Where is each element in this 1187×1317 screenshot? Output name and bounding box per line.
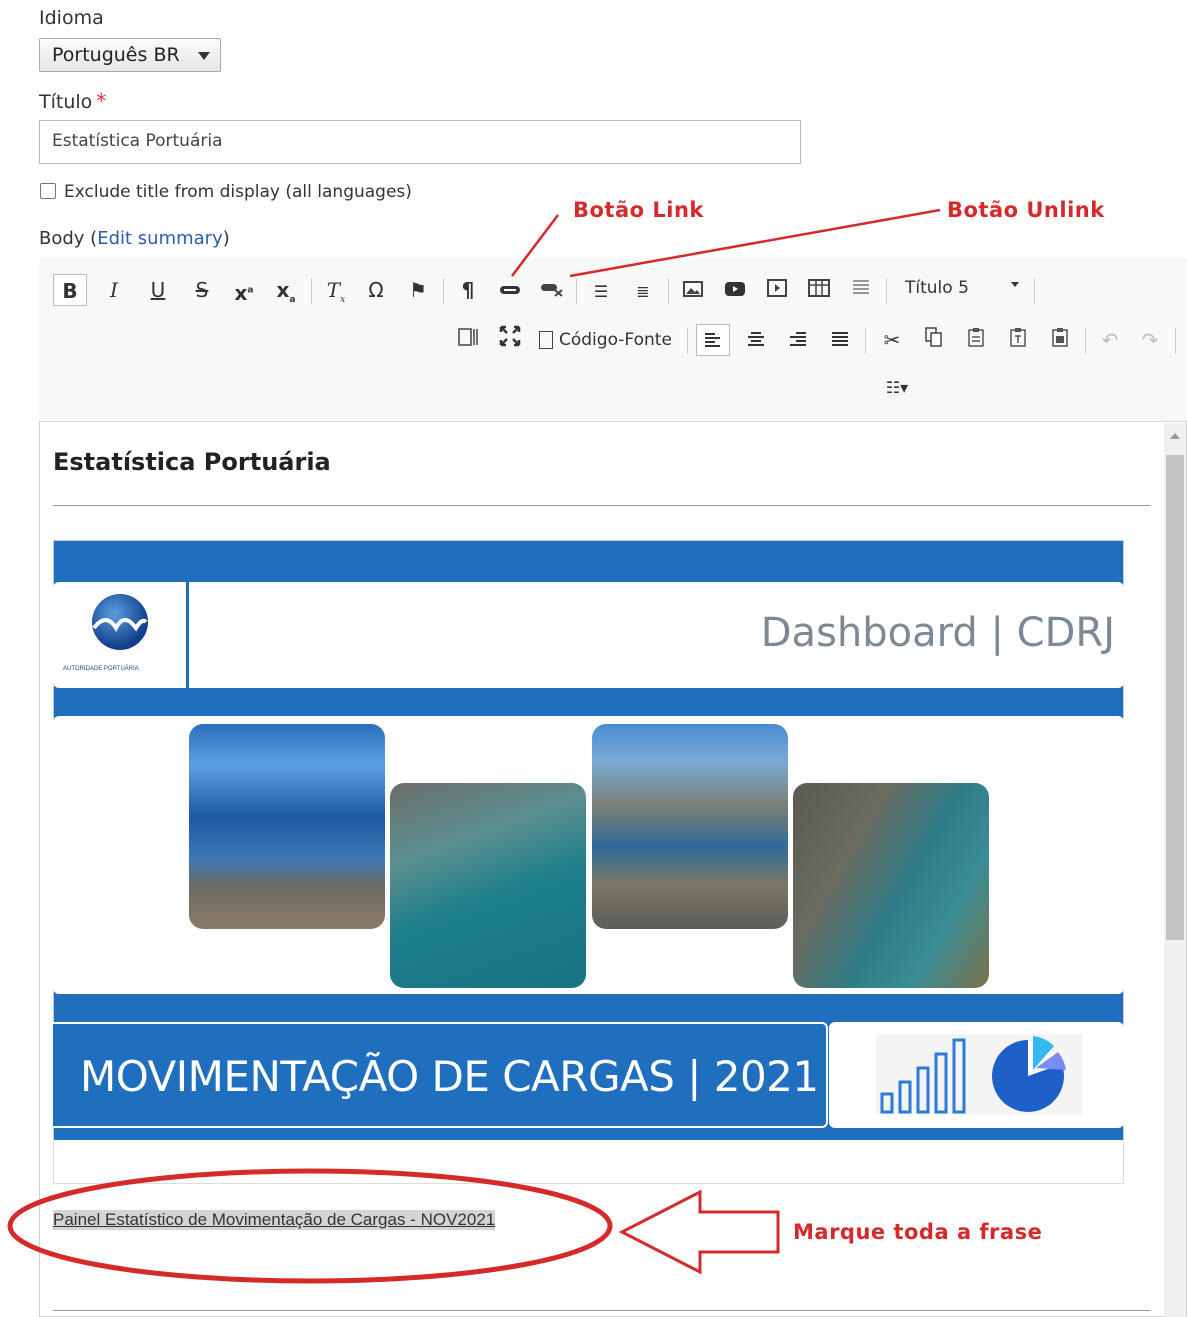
source-button[interactable]: Código-Fonte bbox=[539, 324, 679, 356]
maximize-icon bbox=[499, 325, 521, 347]
align-center-icon bbox=[748, 332, 764, 346]
show-blocks-icon bbox=[458, 328, 478, 346]
scroll-up-icon[interactable] bbox=[1170, 433, 1180, 439]
scissors-icon: ✂ bbox=[883, 328, 901, 352]
maximize-button[interactable] bbox=[493, 324, 527, 356]
undo-icon: ↶ bbox=[1101, 328, 1119, 352]
toolbar-separator bbox=[1085, 328, 1086, 354]
align-right-icon bbox=[790, 332, 806, 346]
banner-logo-divider bbox=[186, 582, 189, 688]
align-left-icon bbox=[705, 333, 720, 347]
copy-icon bbox=[925, 327, 942, 347]
line-height-icon: ☷▾ bbox=[885, 378, 909, 397]
align-center-button[interactable] bbox=[739, 324, 773, 356]
line-height-button[interactable]: ☷▾ bbox=[875, 372, 919, 404]
paste-word-icon bbox=[1052, 328, 1068, 347]
copy-button[interactable] bbox=[917, 324, 951, 356]
logo-caption: AUTORIDADE PORTUÁRIA bbox=[63, 666, 139, 672]
align-left-button[interactable] bbox=[696, 324, 730, 356]
toolbar-separator bbox=[865, 328, 866, 354]
toolbar-separator bbox=[1175, 328, 1176, 354]
annotation-ellipse bbox=[7, 1168, 613, 1284]
source-button-label: Código-Fonte bbox=[559, 330, 672, 350]
paste-button[interactable] bbox=[959, 324, 993, 356]
justify-button[interactable] bbox=[823, 324, 857, 356]
annotation-arrows bbox=[511, 208, 941, 278]
justify-icon bbox=[832, 332, 848, 346]
banner-caption: MOVIMENTAÇÃO DE CARGAS | 2021 bbox=[80, 1052, 819, 1101]
banner-dashboard-title: Dashboard | CDRJ bbox=[760, 610, 1115, 656]
content-divider bbox=[53, 505, 1150, 506]
align-right-button[interactable] bbox=[781, 324, 815, 356]
redo-icon: ↷ bbox=[1141, 328, 1159, 352]
editor-scrollbar-thumb[interactable] bbox=[1166, 455, 1184, 940]
authority-logo-icon bbox=[92, 594, 148, 650]
annotation-line-unlink bbox=[569, 208, 941, 278]
port-photo-3 bbox=[592, 724, 788, 929]
paste-icon bbox=[968, 328, 984, 347]
source-icon bbox=[539, 331, 553, 349]
port-photo-2 bbox=[390, 783, 586, 988]
chart-illustration-icon bbox=[876, 1034, 1082, 1114]
content-divider-bottom bbox=[53, 1310, 1150, 1311]
left-arrow-icon bbox=[618, 1189, 780, 1275]
annotation-line-link bbox=[511, 214, 559, 277]
paste-text-button[interactable] bbox=[1001, 324, 1035, 356]
redo-button[interactable]: ↷ bbox=[1133, 324, 1167, 356]
annotation-select-phrase: Marque toda a frase bbox=[793, 1220, 1043, 1244]
show-blocks-button[interactable] bbox=[451, 324, 485, 356]
port-photo-1 bbox=[189, 724, 385, 929]
content-heading: Estatística Portuária bbox=[53, 448, 331, 476]
paste-text-icon bbox=[1010, 328, 1026, 347]
port-photo-4 bbox=[793, 783, 989, 988]
paste-word-button[interactable] bbox=[1043, 324, 1077, 356]
undo-button[interactable]: ↶ bbox=[1093, 324, 1127, 356]
cut-button[interactable]: ✂ bbox=[875, 324, 909, 356]
toolbar-separator bbox=[687, 328, 688, 354]
